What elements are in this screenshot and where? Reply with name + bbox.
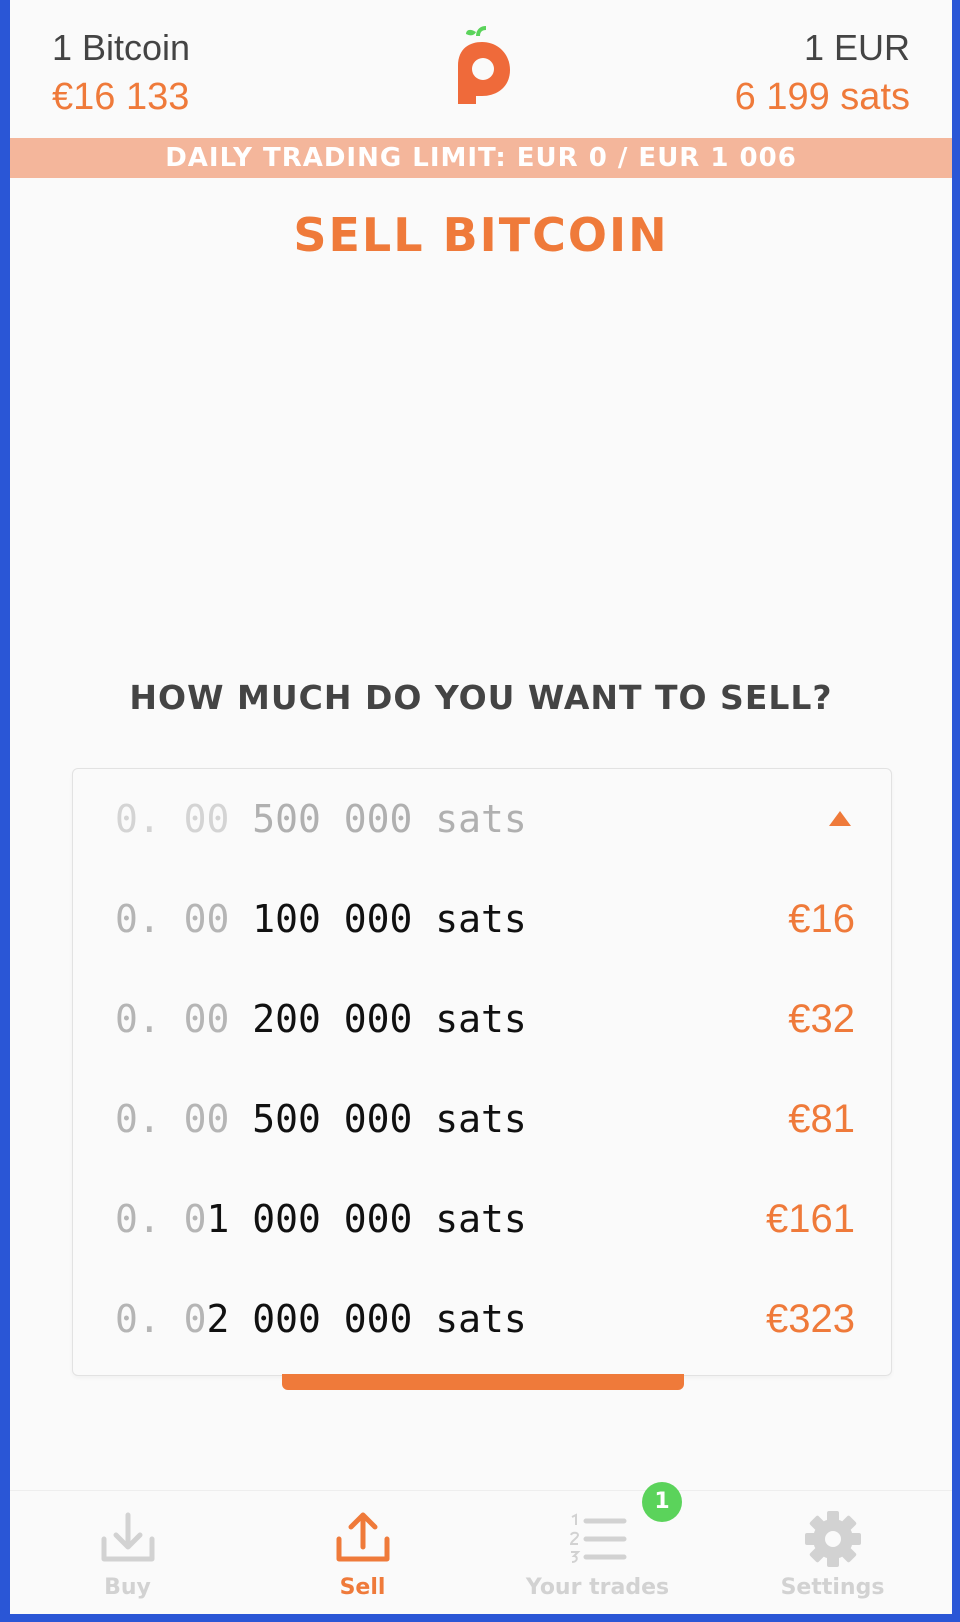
amount-price: €81 — [788, 1097, 855, 1141]
nav-trades-label: Your trades — [525, 1575, 670, 1600]
amount-option[interactable]: 0. 00 100 000 sats €16 — [73, 869, 891, 969]
amount-leading-zeros: 0. 0 — [115, 1297, 207, 1341]
caret-up-icon[interactable] — [829, 811, 851, 826]
amount-price: €16 — [788, 897, 855, 941]
amount-leading-zeros: 0. 00 — [115, 797, 230, 841]
amount-dropdown[interactable]: 0. 00 500 000 sats 0. 00 100 000 sats €1… — [72, 768, 892, 1376]
amount-leading-zeros: 0. 00 — [115, 897, 230, 941]
amount-leading-zeros: 0. 0 — [115, 1197, 207, 1241]
amount-option-text: 0. 01 000 000 sats — [115, 1169, 527, 1269]
btc-price-block: 1 Bitcoin €16 133 — [52, 24, 190, 122]
amount-value: 500 000 sats — [229, 1097, 527, 1141]
amount-value: 1 000 000 sats — [206, 1197, 527, 1241]
nav-buy[interactable]: Buy — [10, 1491, 245, 1614]
btc-eur-price: €16 133 — [52, 76, 190, 118]
eur-label: 1 EUR — [803, 27, 910, 68]
nav-sell[interactable]: Sell — [245, 1491, 480, 1614]
daily-limit-banner: DAILY TRADING LIMIT: EUR 0 / EUR 1 006 — [10, 138, 952, 178]
amount-value: 100 000 sats — [229, 897, 527, 941]
page-title: SELL BITCOIN — [293, 208, 669, 262]
amount-leading-zeros: 0. 00 — [115, 1097, 230, 1141]
amount-question: HOW MUCH DO YOU WANT TO SELL? — [129, 678, 833, 717]
amount-option[interactable]: 0. 02 000 000 sats €323 — [73, 1269, 891, 1369]
amount-option[interactable]: 0. 00 200 000 sats €32 — [73, 969, 891, 1069]
pocket-logo-icon — [458, 26, 510, 104]
sell-submit-button[interactable] — [282, 1374, 684, 1390]
amount-price: €323 — [766, 1297, 855, 1341]
selected-amount[interactable]: 0. 00 500 000 sats — [73, 769, 891, 869]
amount-option-text: 0. 00 200 000 sats — [115, 969, 527, 1069]
amount-value: 500 000 sats — [229, 797, 527, 841]
nav-buy-label: Buy — [104, 1575, 151, 1600]
amount-option-text: 0. 02 000 000 sats — [115, 1269, 527, 1369]
gear-icon — [804, 1511, 861, 1567]
btc-label: 1 Bitcoin — [52, 27, 191, 68]
amount-option[interactable]: 0. 00 500 000 sats €81 — [73, 1069, 891, 1169]
selected-amount-text: 0. 00 500 000 sats — [115, 769, 527, 869]
app-screen: 1 Bitcoin €16 133 1 EUR 6 199 sats DAILY… — [10, 0, 952, 1614]
download-icon — [101, 1512, 154, 1562]
nav-settings[interactable]: Settings — [715, 1491, 950, 1614]
amount-value: 2 000 000 sats — [206, 1297, 527, 1341]
eur-price-block: 1 EUR 6 199 sats — [735, 24, 910, 122]
bottom-nav: Buy Sell Your trades Settings — [10, 1490, 952, 1614]
amount-option-text: 0. 00 500 000 sats — [115, 1069, 527, 1169]
upload-icon — [336, 1512, 389, 1562]
numbered-list-icon — [569, 1513, 626, 1563]
amount-price: €32 — [788, 997, 855, 1041]
amount-option[interactable]: 0. 01 000 000 sats €161 — [73, 1169, 891, 1269]
trades-count-badge: 1 — [642, 1482, 682, 1522]
eur-sats-price: 6 199 sats — [734, 76, 910, 118]
amount-value: 200 000 sats — [229, 997, 527, 1041]
nav-sell-label: Sell — [339, 1575, 386, 1600]
amount-leading-zeros: 0. 00 — [115, 997, 230, 1041]
nav-settings-label: Settings — [780, 1575, 885, 1600]
amount-price: €161 — [766, 1197, 855, 1241]
amount-option-text: 0. 00 100 000 sats — [115, 869, 527, 969]
